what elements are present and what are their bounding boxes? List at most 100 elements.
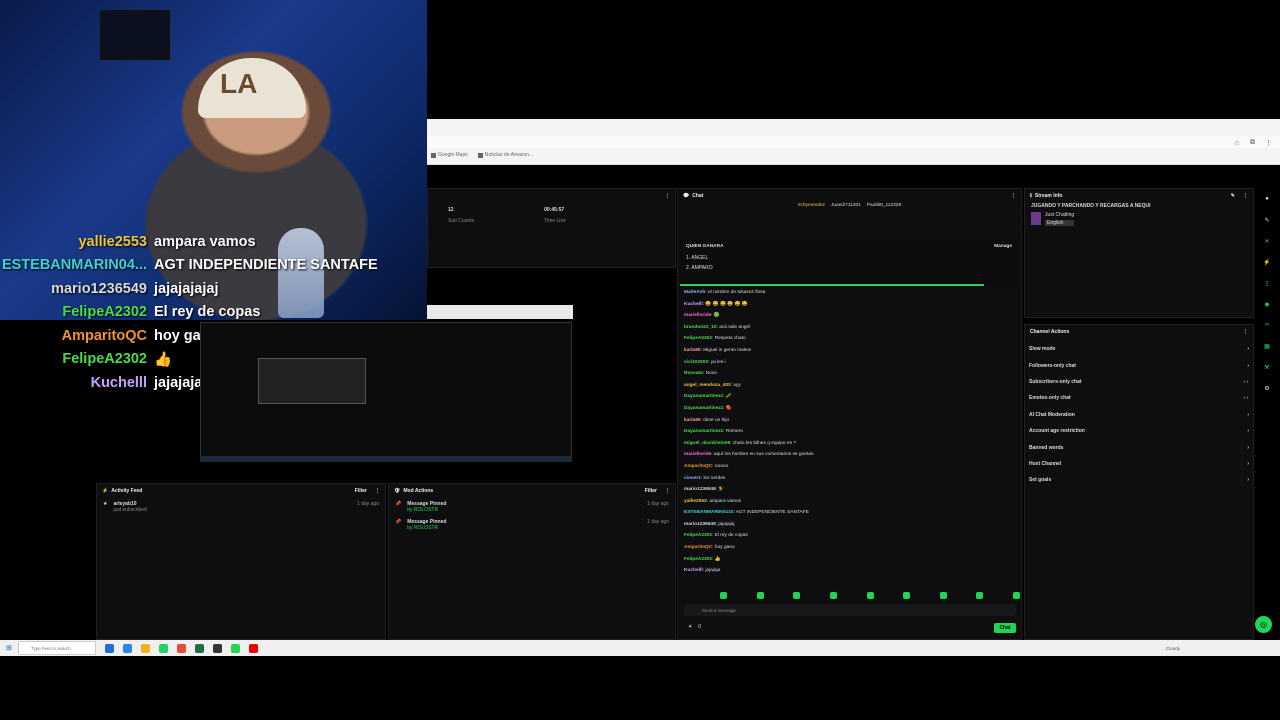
filter-button[interactable]: Filter xyxy=(355,488,367,494)
chat-input[interactable]: Send a message xyxy=(684,604,1016,616)
youtube-icon[interactable] xyxy=(249,643,258,653)
taskbar-search[interactable]: Type here to search xyxy=(18,641,96,655)
chat-message[interactable]: karla90: Miguel in gento maleo! xyxy=(684,345,1014,357)
taskview-icon[interactable] xyxy=(105,643,114,653)
chat-username[interactable]: Dayanamartinezz xyxy=(684,429,723,434)
chat-message[interactable]: marielloride: 🟢 xyxy=(684,310,1014,322)
chat-message[interactable]: Kuchelll: 😀 😀 😀 😀 😀 😀 xyxy=(684,299,1014,311)
toggle-icon[interactable]: ◖◗ xyxy=(1243,379,1249,385)
chrome-icon[interactable] xyxy=(177,643,186,653)
chat-message[interactable]: Dayanamartinezz: Romero xyxy=(684,426,1014,438)
chat-username[interactable]: brandon22_10 xyxy=(684,325,717,330)
top-chatter[interactable]: Juani2711201 xyxy=(831,203,861,208)
whatsapp-icon[interactable] xyxy=(159,643,168,653)
extensions-icon[interactable]: ⧉ xyxy=(1250,139,1255,147)
panel-menu-icon[interactable]: ⋮ xyxy=(665,193,670,199)
top-chatter[interactable]: richymendez xyxy=(798,203,825,208)
chat-message[interactable]: miguel_davidrielo08: chato les bilnes q … xyxy=(684,438,1014,450)
channel-action-item[interactable]: AI Chat Moderation › xyxy=(1029,407,1249,423)
emote-icon[interactable] xyxy=(976,592,984,599)
chat-message[interactable]: ciooerz: los verdes xyxy=(684,473,1014,485)
chat-username[interactable]: Kuchelll xyxy=(684,302,703,307)
chat-username[interactable]: Dayanamartinezz xyxy=(684,394,723,399)
panel-menu-icon[interactable]: ⋮ xyxy=(1243,193,1248,199)
dot-icon[interactable]: ● xyxy=(1262,194,1272,204)
chat-message[interactable]: yallie2553: ampara vamos xyxy=(684,496,1014,508)
filter-button[interactable]: Filter xyxy=(645,488,657,494)
edge-icon[interactable] xyxy=(123,643,132,653)
chat-username[interactable]: ESTEBANMARIN0410 xyxy=(684,510,733,515)
emote-icon[interactable] xyxy=(756,592,764,599)
chat-username[interactable]: ciooerz xyxy=(684,476,701,481)
chevron-right-icon[interactable]: › xyxy=(1247,461,1249,467)
chevron-right-icon[interactable]: › xyxy=(1247,363,1249,369)
poll-option[interactable]: 2. AMPARO xyxy=(680,263,1018,273)
chat-message[interactable]: Rossato: Nooo xyxy=(684,368,1014,380)
bookmark[interactable]: Google Maps xyxy=(431,152,468,158)
chat-message[interactable]: mario1236549: jajajajaj xyxy=(684,519,1014,531)
panel-menu-icon[interactable]: ⋮ xyxy=(1011,193,1016,199)
chat-message[interactable]: FelipeA2302: 👍 xyxy=(684,554,1014,566)
emote-icon[interactable] xyxy=(829,592,837,599)
obs-icon[interactable] xyxy=(213,643,222,653)
chat-message[interactable]: angel_mendoza_403: uyy xyxy=(684,380,1014,392)
chat-message[interactable]: brandon22_10: acá sale angel xyxy=(684,322,1014,334)
chat-username[interactable]: MaiteAsh xyxy=(684,290,705,295)
chat-username[interactable]: Kuchelll xyxy=(684,568,703,573)
panel-menu-icon[interactable]: ⋮ xyxy=(665,488,670,494)
points-icon[interactable]: ✦ xyxy=(688,624,692,630)
link-icon[interactable]: ∞ xyxy=(1262,320,1272,330)
star-icon[interactable]: ☆ xyxy=(1234,139,1240,147)
panel-menu-icon[interactable]: ⋮ xyxy=(1243,329,1248,335)
chat-send-button[interactable]: Chat xyxy=(994,623,1016,633)
chat-message[interactable]: Kuchelll: jajajaja xyxy=(684,565,1014,577)
chat-username[interactable]: karla90 xyxy=(684,418,701,423)
pencil-icon[interactable]: ✎ xyxy=(1262,215,1272,225)
chat-username[interactable]: FelipeA2302 xyxy=(684,533,712,538)
chat-username[interactable]: mario1236549 xyxy=(684,487,716,492)
chat-username[interactable]: vivi102000 xyxy=(684,360,708,365)
chat-message[interactable]: ESTEBANMARIN0410: AGT INDEPENDIENTE SANT… xyxy=(684,507,1014,519)
emote-icon[interactable] xyxy=(1013,592,1020,599)
chat-message[interactable]: FelipeA2302: Respeta chato xyxy=(684,333,1014,345)
chevron-right-icon[interactable]: › xyxy=(1247,346,1249,352)
channel-action-item[interactable]: Emotes-only chat ◖◗ xyxy=(1029,390,1249,406)
chat-username[interactable]: FelipeA2302 xyxy=(684,557,712,562)
excel-icon[interactable] xyxy=(195,643,204,653)
channel-action-item[interactable]: Account age restriction › xyxy=(1029,423,1249,439)
close-icon[interactable]: ✕ xyxy=(1262,236,1272,246)
phone-icon[interactable]: ▯ xyxy=(1262,278,1272,288)
chat-username[interactable]: yallie2553 xyxy=(684,499,707,504)
channel-action-item[interactable]: Followers-only chat › xyxy=(1029,357,1249,373)
bookmark[interactable]: Noticias de Amazon... xyxy=(477,152,533,158)
channel-action-item[interactable]: Banned words › xyxy=(1029,439,1249,455)
chat-bubble-icon[interactable]: ◉ xyxy=(1262,299,1272,309)
channel-action-item[interactable]: Set goals › xyxy=(1029,472,1249,488)
emote-icon[interactable] xyxy=(793,592,801,599)
edit-icon[interactable]: ✎ xyxy=(1231,193,1235,199)
wrench-icon[interactable]: ⚒ xyxy=(1262,362,1272,372)
top-chatter[interactable]: Paublitt_112328 xyxy=(867,203,901,208)
emote-icon[interactable] xyxy=(903,592,911,599)
channel-action-item[interactable]: Subscribers-only chat ◖◗ xyxy=(1029,374,1249,390)
emote-icon[interactable] xyxy=(939,592,947,599)
chat-username[interactable]: mario1236549 xyxy=(684,522,716,527)
lightning-icon[interactable]: ⚡ xyxy=(1262,257,1272,267)
chevron-right-icon[interactable]: › xyxy=(1247,412,1249,418)
folder-icon[interactable] xyxy=(141,643,150,653)
grid-icon[interactable]: ▦ xyxy=(1262,341,1272,351)
chat-username[interactable]: angel_mendoza_403 xyxy=(684,383,731,388)
chat-message[interactable]: AmparitoQC: hoy gano xyxy=(684,542,1014,554)
chat-username[interactable]: AmparitoQC xyxy=(684,545,712,550)
menu-icon[interactable]: ⋮ xyxy=(1265,139,1272,147)
chat-message[interactable]: marielloride: aquí los hombre en sus com… xyxy=(684,449,1014,461)
chat-message[interactable]: karla90: dime un hijo xyxy=(684,415,1014,427)
toggle-icon[interactable]: ◖◗ xyxy=(1243,395,1249,401)
chat-message[interactable]: AmparitoQC: ooooo xyxy=(684,461,1014,473)
chat-username[interactable]: Dayanamartinezz xyxy=(684,406,723,411)
chat-message[interactable]: vivi102000: ya les i xyxy=(684,357,1014,369)
manage-button[interactable]: Manage xyxy=(994,244,1012,249)
panel-menu-icon[interactable]: ⋮ xyxy=(375,488,380,494)
address-bar[interactable] xyxy=(427,136,1280,148)
chat-username[interactable]: AmparitoQC xyxy=(684,464,712,469)
